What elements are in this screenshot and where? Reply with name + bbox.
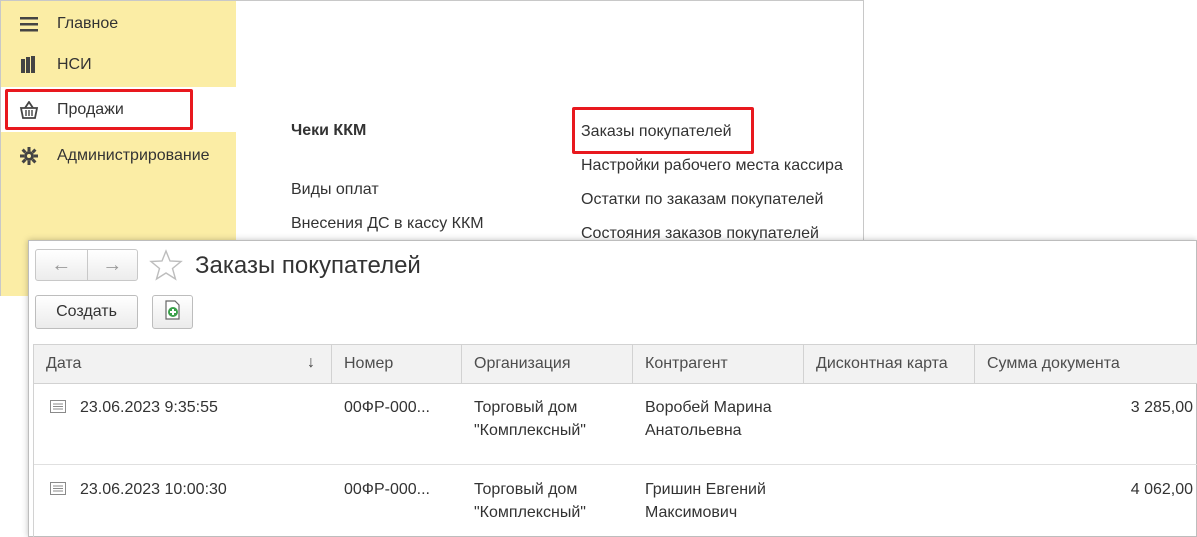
text-line: Торговый дом [474,481,578,498]
cell-organization: Торговый дом "Комплексный" [474,396,586,442]
table-row[interactable]: 23.06.2023 10:00:30 00ФР-000... Торговый… [34,466,1197,537]
column-header-contractor[interactable]: Контрагент [633,345,804,383]
cell-contractor: Гришин Евгений Максимович [645,478,766,524]
column-header-number[interactable]: Номер [332,345,462,383]
section-title: Чеки ККМ [291,122,367,139]
sidebar-item-label: Главное [57,14,119,32]
add-document-icon [164,299,182,325]
sidebar-item-main[interactable]: Главное [1,1,236,46]
link-customer-orders[interactable]: Заказы покупателей [581,123,732,141]
text-line: Максимович [645,504,738,521]
table-header: Дата ↓ Номер Организация Контрагент Диск… [34,344,1197,384]
sort-down-icon: ↓ [307,354,315,371]
link-order-balances[interactable]: Остатки по заказам покупателей [581,191,823,209]
sidebar-item-label: Администрирование [57,146,210,164]
text-line: Гришин Евгений [645,481,766,498]
back-button[interactable]: ← [36,250,87,280]
link-cash-deposits[interactable]: Внесения ДС в кассу ККМ [291,215,484,233]
column-label: Дисконтная карта [816,355,948,372]
sidebar-item-label: Продажи [57,100,124,118]
books-icon [19,55,39,75]
cell-sum: 3 285,00 [1130,399,1193,416]
cell-date: 23.06.2023 9:35:55 [80,399,218,416]
table-row[interactable]: 23.06.2023 9:35:55 00ФР-000... Торговый … [34,384,1197,465]
document-icon [50,482,66,495]
column-label: Организация [474,355,571,372]
orders-table: Дата ↓ Номер Организация Контрагент Диск… [33,344,1197,537]
column-header-discount-card[interactable]: Дисконтная карта [804,345,975,383]
text-line: "Комплексный" [474,422,586,439]
text-line: Торговый дом [474,399,578,416]
column-label: Контрагент [645,355,728,372]
create-by-copy-button[interactable] [152,295,193,329]
sidebar-item-label: НСИ [57,55,92,73]
menu-icon [19,14,39,34]
form-title: Заказы покупателей [195,252,421,279]
gear-icon [19,146,39,166]
column-label: Сумма документа [987,355,1120,372]
cell-date: 23.06.2023 10:00:30 [80,481,227,498]
link-cashier-settings[interactable]: Настройки рабочего места кассира [581,157,843,175]
text-line: Анатольевна [645,422,742,439]
document-icon [50,400,66,413]
forward-button[interactable]: → [86,250,138,280]
favorite-star-icon[interactable] [149,249,183,281]
history-nav: ← → [35,249,138,281]
column-label: Номер [344,355,394,372]
text-line: Воробей Марина [645,399,772,416]
text-line: "Комплексный" [474,504,586,521]
link-payment-types[interactable]: Виды оплат [291,181,379,199]
column-label: Дата [46,355,82,372]
cell-organization: Торговый дом "Комплексный" [474,478,586,524]
sidebar-item-admin[interactable]: Администрирование [1,133,236,178]
basket-icon [19,100,39,120]
sidebar-item-nsi[interactable]: НСИ [1,42,236,87]
cell-sum: 4 062,00 [1130,481,1193,498]
orders-list-window: ← → Заказы покупателей Создать Дата ↓ Но… [28,240,1197,537]
sidebar-item-sales[interactable]: Продажи [1,87,236,132]
column-header-sum[interactable]: Сумма документа [975,345,1197,383]
column-header-date[interactable]: Дата ↓ [34,345,332,383]
column-header-organization[interactable]: Организация [462,345,633,383]
create-button[interactable]: Создать [35,295,138,329]
cell-number: 00ФР-000... [344,399,430,416]
cell-contractor: Воробей Марина Анатольевна [645,396,772,442]
cell-number: 00ФР-000... [344,481,430,498]
